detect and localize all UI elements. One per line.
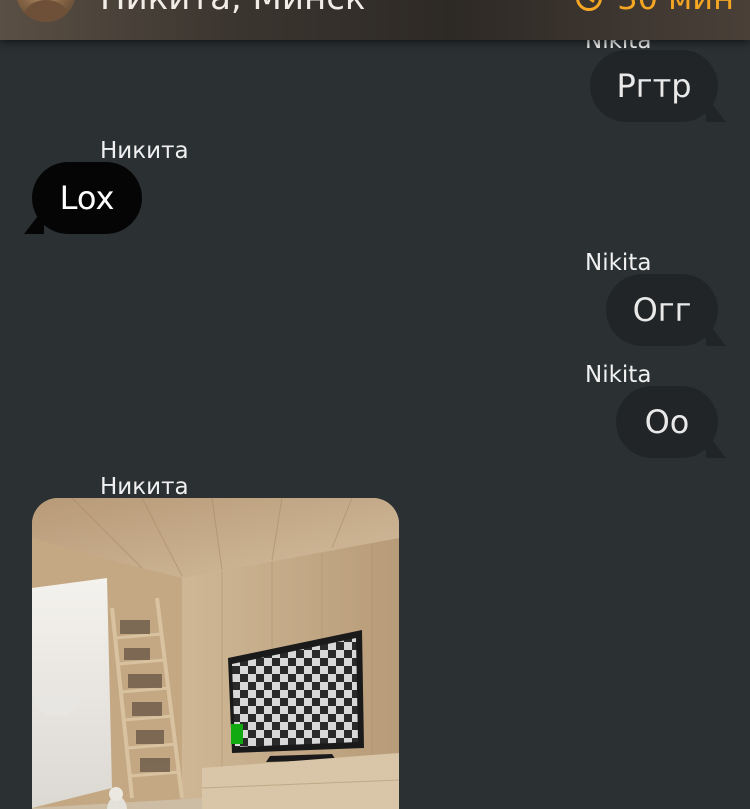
timer: 30 мин bbox=[575, 0, 734, 18]
photo-image bbox=[32, 498, 399, 809]
sender-name: Никита bbox=[100, 474, 189, 500]
room-with-tv-photo[interactable] bbox=[32, 498, 399, 809]
message-bubble[interactable]: Lox bbox=[32, 162, 142, 234]
sender-name: Nikita bbox=[585, 250, 652, 276]
sender-name: Nikita bbox=[585, 362, 652, 388]
message-bubble[interactable]: Оо bbox=[616, 386, 718, 458]
chat-header: Никита, Минск 30 мин bbox=[0, 0, 750, 40]
user-avatar-icon bbox=[24, 0, 68, 22]
message-bubble[interactable]: Ргтр bbox=[590, 50, 718, 122]
chat-screen: Никита, Минск 30 мин Nikita Ргтр Никита … bbox=[0, 0, 750, 809]
chat-title: Никита, Минск bbox=[100, 0, 365, 18]
avatar[interactable] bbox=[16, 0, 76, 22]
clock-icon bbox=[576, 0, 603, 11]
message-bubble[interactable]: Огг bbox=[606, 274, 718, 346]
timer-label: 30 мин bbox=[617, 0, 734, 17]
sender-name: Никита bbox=[100, 138, 189, 164]
